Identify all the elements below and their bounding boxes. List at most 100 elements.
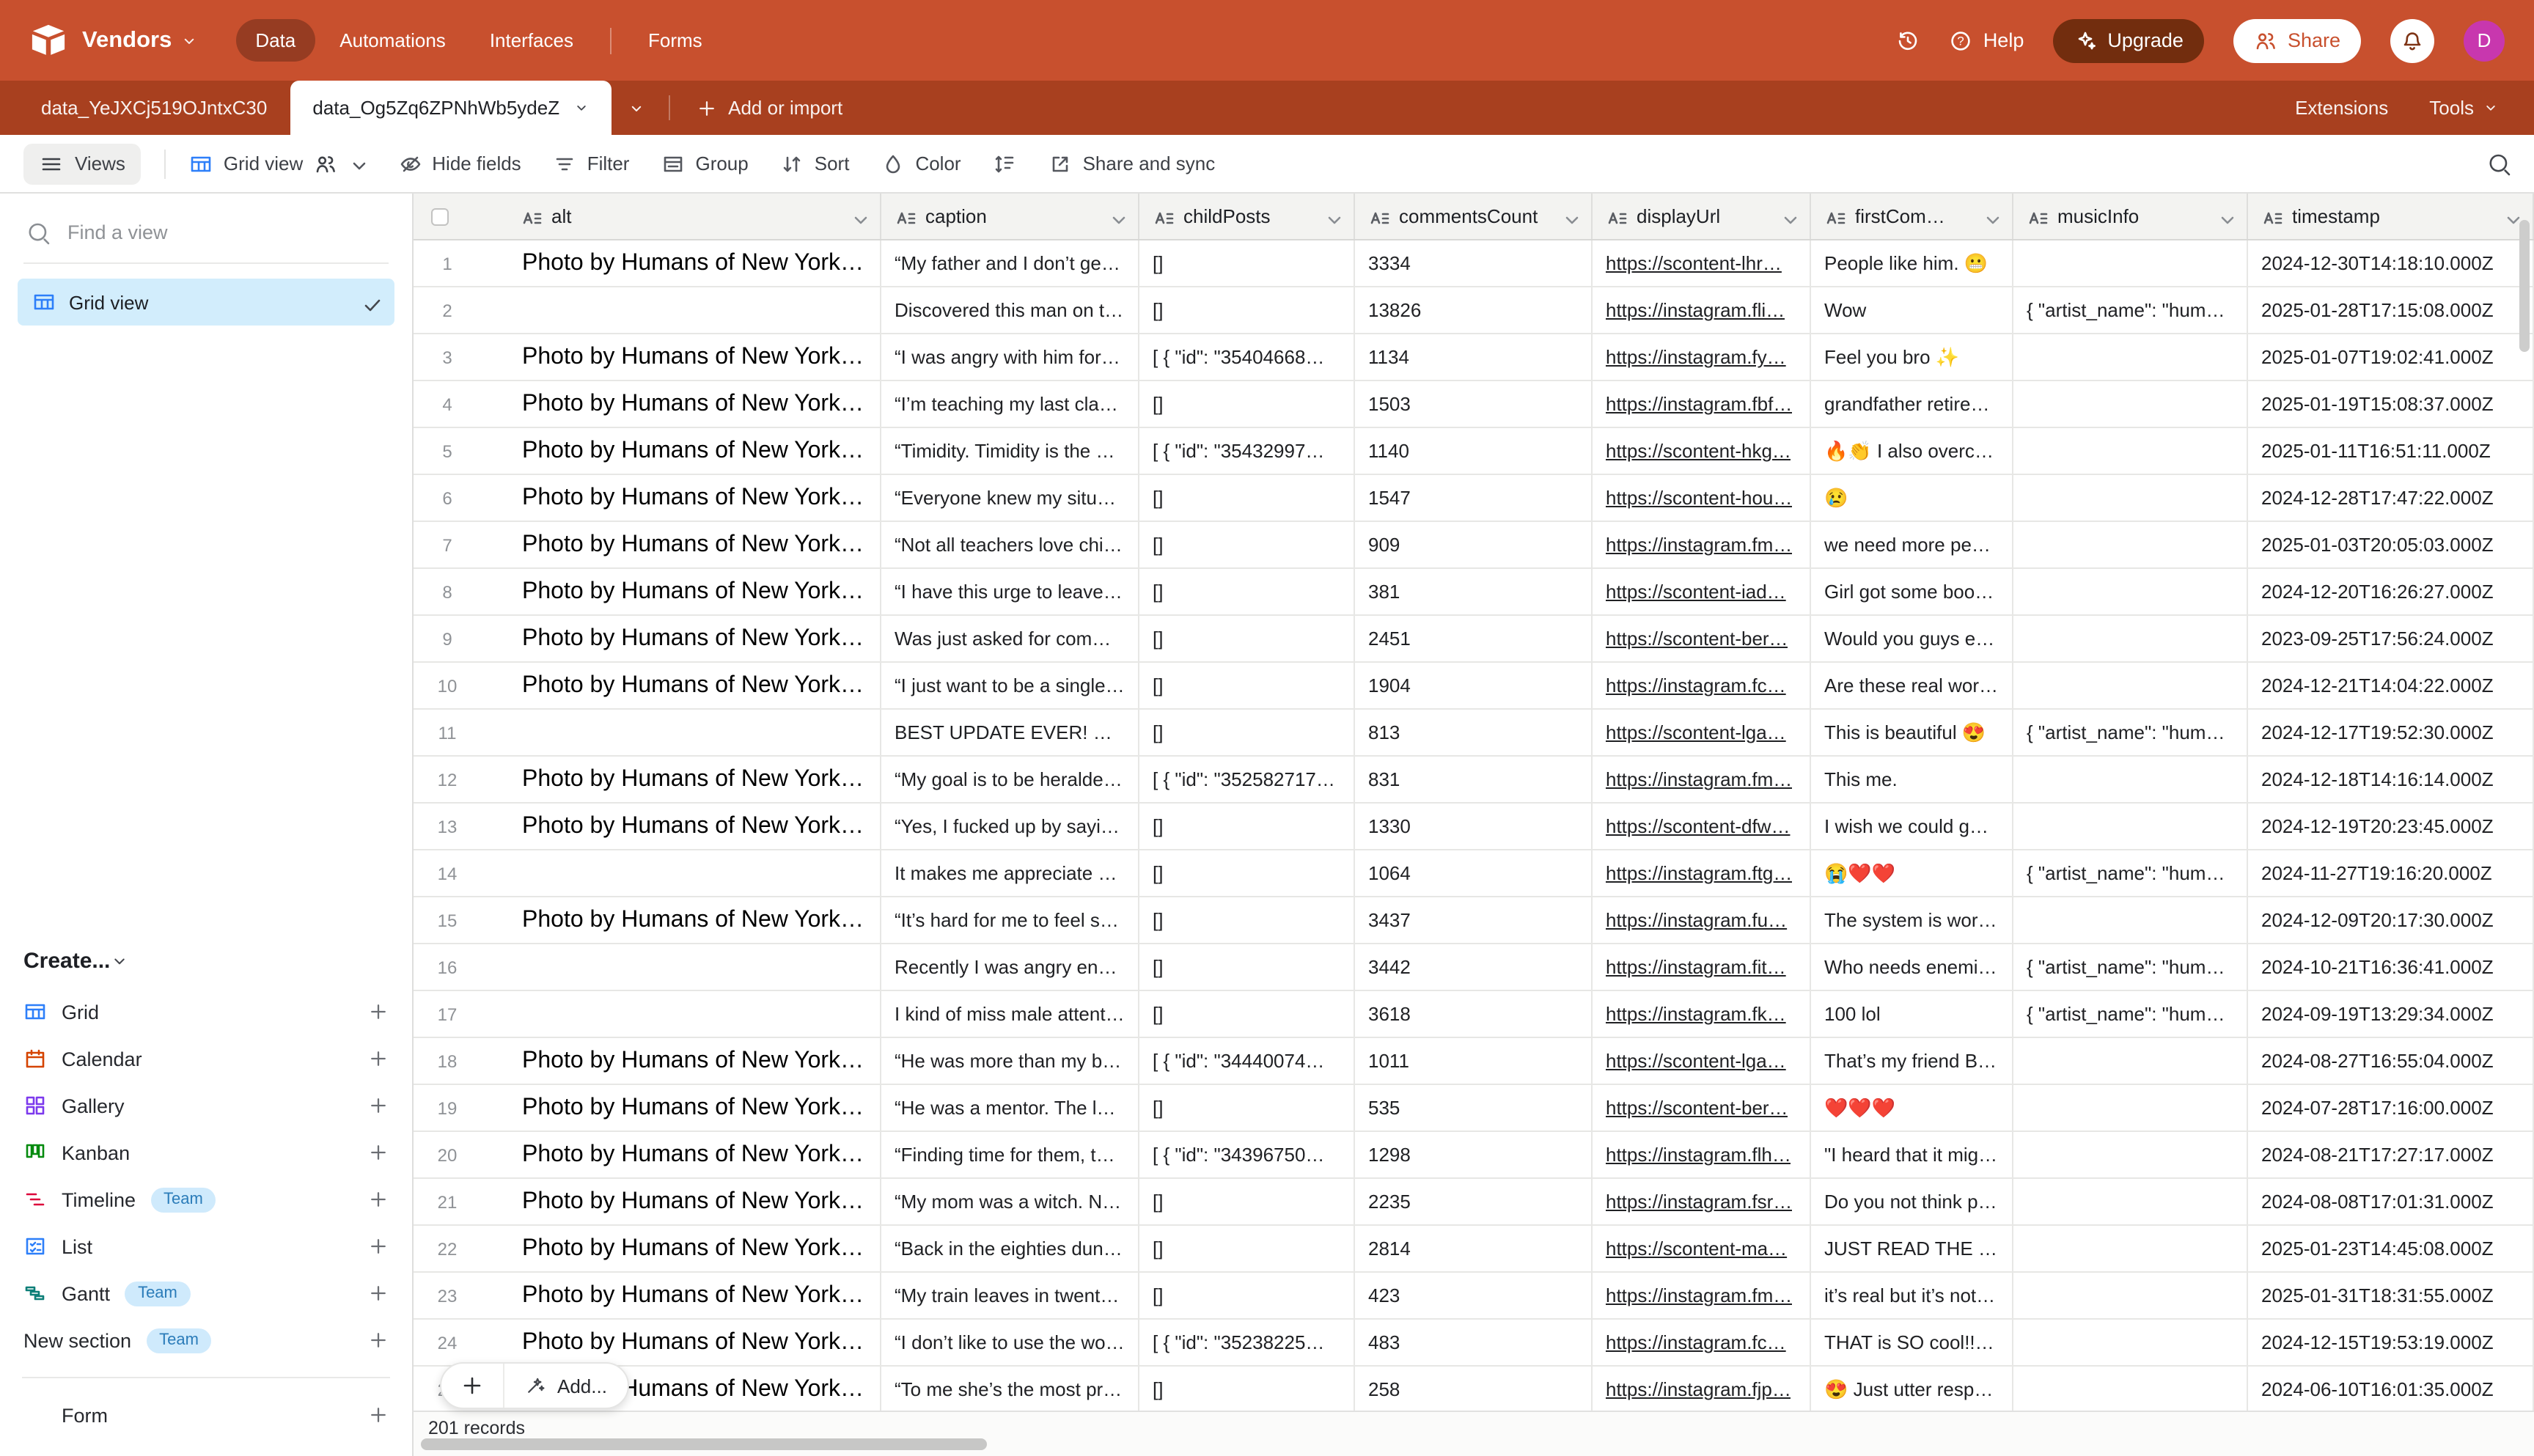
cell-commentscount[interactable]: 483 — [1355, 1320, 1593, 1365]
cell-timestamp[interactable]: 2024-08-21T17:27:17.000Z — [2248, 1132, 2534, 1177]
cell-timestamp[interactable]: 2024-08-08T17:01:31.000Z — [2248, 1179, 2534, 1224]
cell-displayurl[interactable]: https://instagram.fk… — [1593, 991, 1811, 1037]
add-view-button[interactable] — [368, 1330, 389, 1350]
cell-childposts[interactable]: [] — [1139, 1179, 1355, 1224]
cell-musicinfo[interactable]: { "artist_name": "huma… — [2013, 991, 2248, 1037]
cell-firstcomment[interactable]: Do you not think p… — [1811, 1179, 2013, 1224]
sidebar-view-grid-view[interactable]: Grid view — [18, 279, 394, 326]
cell-musicinfo[interactable] — [2013, 1273, 2248, 1318]
cell-firstcomment[interactable]: The system is wor… — [1811, 897, 2013, 943]
cell-alt[interactable]: 9Photo by Humans of New York on Sep… — [414, 616, 881, 661]
nav-tab-automations[interactable]: Automations — [320, 19, 465, 62]
cell-caption[interactable]: It makes me appreciate h… — [881, 850, 1139, 896]
row-number[interactable]: 23 — [414, 1285, 481, 1306]
row-number[interactable]: 10 — [414, 675, 481, 696]
cell-firstcomment[interactable]: People like him. 😬 — [1811, 240, 2013, 286]
cell-firstcomment[interactable]: 😢 — [1811, 475, 2013, 521]
cell-caption[interactable]: “My mom was a witch. No… — [881, 1179, 1139, 1224]
cell-commentscount[interactable]: 2814 — [1355, 1226, 1593, 1271]
cell-timestamp[interactable]: 2024-12-20T16:26:27.000Z — [2248, 569, 2534, 614]
cell-firstcomment[interactable]: grandfather retire… — [1811, 381, 2013, 427]
cell-timestamp[interactable]: 2024-09-19T13:29:34.000Z — [2248, 991, 2534, 1037]
cell-timestamp[interactable]: 2025-01-28T17:15:08.000Z — [2248, 287, 2534, 333]
cell-childposts[interactable]: [] — [1139, 475, 1355, 521]
cell-timestamp[interactable]: 2024-06-10T16:01:35.000Z — [2248, 1367, 2534, 1411]
cell-childposts[interactable]: [] — [1139, 710, 1355, 755]
create-item-kanban[interactable]: Kanban — [22, 1129, 390, 1176]
cell-displayurl[interactable]: https://scontent-dfw… — [1593, 804, 1811, 849]
cell-firstcomment[interactable]: 🔥👏 I also overca… — [1811, 428, 2013, 474]
row-number[interactable]: 13 — [414, 816, 481, 837]
add-record-button[interactable] — [441, 1364, 504, 1408]
add-view-button[interactable] — [368, 1001, 389, 1022]
create-item-form[interactable]: Form — [22, 1391, 390, 1438]
cell-timestamp[interactable]: 2025-01-03T20:05:03.000Z — [2248, 522, 2534, 567]
history-button[interactable] — [1897, 29, 1920, 52]
cell-timestamp[interactable]: 2024-07-28T17:16:00.000Z — [2248, 1085, 2534, 1130]
cell-displayurl[interactable]: https://instagram.fm… — [1593, 522, 1811, 567]
cell-childposts[interactable]: [] — [1139, 663, 1355, 708]
column-header-commentscount[interactable]: commentsCount — [1355, 194, 1593, 239]
cell-musicinfo[interactable] — [2013, 616, 2248, 661]
cell-caption[interactable]: “Everyone knew my situat… — [881, 475, 1139, 521]
cell-commentscount[interactable]: 1140 — [1355, 428, 1593, 474]
share-and-sync-button[interactable]: Share and sync — [1049, 152, 1216, 175]
cell-childposts[interactable]: [ { "id": "35238225… — [1139, 1320, 1355, 1365]
horizontal-scrollbar[interactable] — [421, 1438, 987, 1450]
cell-childposts[interactable]: [] — [1139, 1226, 1355, 1271]
row-number[interactable]: 11 — [414, 722, 481, 743]
row-number[interactable]: 12 — [414, 769, 481, 790]
cell-alt[interactable]: 14 — [414, 850, 881, 896]
cell-musicinfo[interactable] — [2013, 1038, 2248, 1084]
cell-commentscount[interactable]: 3437 — [1355, 897, 1593, 943]
cell-caption[interactable]: “It’s hard for me to feel sa… — [881, 897, 1139, 943]
cell-firstcomment[interactable]: "I heard that it mig… — [1811, 1132, 2013, 1177]
cell-commentscount[interactable]: 258 — [1355, 1367, 1593, 1411]
cell-musicinfo[interactable]: { "artist_name": "huma… — [2013, 710, 2248, 755]
cell-commentscount[interactable]: 2235 — [1355, 1179, 1593, 1224]
cell-alt[interactable]: 22Photo by Humans of New York on Jan… — [414, 1226, 881, 1271]
tools-button[interactable]: Tools — [2429, 97, 2499, 119]
cell-timestamp[interactable]: 2024-11-27T19:16:20.000Z — [2248, 850, 2534, 896]
airtable-logo[interactable] — [29, 21, 67, 59]
cell-displayurl[interactable]: https://instagram.flh… — [1593, 1132, 1811, 1177]
cell-musicinfo[interactable] — [2013, 1226, 2248, 1271]
cell-displayurl[interactable]: https://instagram.fm… — [1593, 1273, 1811, 1318]
cell-firstcomment[interactable]: it’s real but it’s not… — [1811, 1273, 2013, 1318]
cell-firstcomment[interactable]: ❤️❤️❤️ — [1811, 1085, 2013, 1130]
cell-displayurl[interactable]: https://instagram.fc… — [1593, 663, 1811, 708]
cell-firstcomment[interactable]: Are these real wor… — [1811, 663, 2013, 708]
row-number[interactable]: 16 — [414, 957, 481, 977]
cell-firstcomment[interactable]: This is beautiful 😍 — [1811, 710, 2013, 755]
cell-timestamp[interactable]: 2025-01-19T15:08:37.000Z — [2248, 381, 2534, 427]
sort-button[interactable]: Sort — [781, 152, 850, 175]
help-button[interactable]: ? Help — [1950, 29, 2024, 52]
cell-commentscount[interactable]: 813 — [1355, 710, 1593, 755]
row-number[interactable]: 18 — [414, 1051, 481, 1071]
cell-commentscount[interactable]: 831 — [1355, 757, 1593, 802]
cell-alt[interactable]: 13Photo by Humans of New York on De… — [414, 804, 881, 849]
add-view-button[interactable] — [368, 1048, 389, 1069]
cell-commentscount[interactable]: 1503 — [1355, 381, 1593, 427]
search-button[interactable] — [2487, 152, 2511, 175]
views-button[interactable]: Views — [23, 143, 142, 184]
cell-displayurl[interactable]: https://scontent-hou… — [1593, 475, 1811, 521]
cell-displayurl[interactable]: https://scontent-lga… — [1593, 710, 1811, 755]
cell-alt[interactable]: 18Photo by Humans of New York on Au… — [414, 1038, 881, 1084]
cell-displayurl[interactable]: https://scontent-lga… — [1593, 1038, 1811, 1084]
cell-firstcomment[interactable]: Feel you bro ✨ — [1811, 334, 2013, 380]
row-number[interactable]: 2 — [414, 300, 481, 320]
column-header-timestamp[interactable]: timestamp — [2248, 194, 2534, 239]
cell-timestamp[interactable]: 2024-12-28T17:47:22.000Z — [2248, 475, 2534, 521]
cell-alt[interactable]: 23Photo by Humans of New York on Jan… — [414, 1273, 881, 1318]
cell-alt[interactable]: 10Photo by Humans of New York on De… — [414, 663, 881, 708]
cell-firstcomment[interactable]: Who needs enemi… — [1811, 944, 2013, 990]
cell-caption[interactable]: “He was more than my br… — [881, 1038, 1139, 1084]
cell-timestamp[interactable]: 2024-12-21T14:04:22.000Z — [2248, 663, 2534, 708]
create-item-timeline[interactable]: TimelineTeam — [22, 1176, 390, 1223]
row-number[interactable]: 8 — [414, 581, 481, 602]
cell-childposts[interactable]: [ { "id": "35432997… — [1139, 428, 1355, 474]
cell-firstcomment[interactable]: I wish we could ge… — [1811, 804, 2013, 849]
cell-commentscount[interactable]: 1330 — [1355, 804, 1593, 849]
cell-alt[interactable]: 3Photo by Humans of New York on Jan… — [414, 334, 881, 380]
